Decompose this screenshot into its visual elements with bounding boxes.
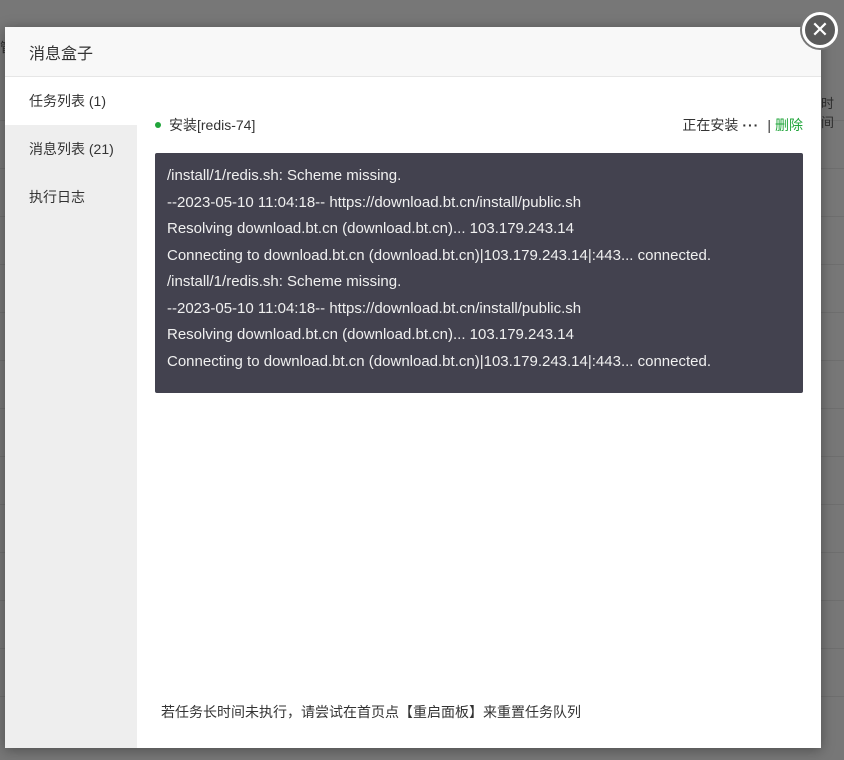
sidebar-item-messages[interactable]: 消息列表 (21) [5,125,137,173]
sidebar-item-execution-log[interactable]: 执行日志 [5,173,137,221]
restart-tip: 若任务长时间未执行，请尝试在首页点【重启面板】来重置任务队列 [161,704,581,720]
log-line: Resolving download.bt.cn (download.bt.cn… [167,220,574,237]
log-line: Connecting to download.bt.cn (download.b… [167,246,712,264]
task-status-group: 正在安装 ··· | 删除 [682,115,803,135]
modal-title: 消息盒子 [29,45,94,63]
log-line: Resolving download.bt.cn (download.bt.cn… [167,326,574,343]
task-row: 安装[redis-74] 正在安装 ··· | 删除 [155,115,803,135]
modal-header: 消息盒子 [5,27,821,77]
sidebar-item-label: 消息列表 (21) [29,141,114,157]
task-status: 正在安装 [682,117,739,133]
sidebar-item-tasks[interactable]: 任务列表 (1) [5,77,137,125]
log-line: /install/1/redis.sh: Scheme missing. [167,167,402,184]
install-log-output: /install/1/redis.sh: Scheme missing. --2… [155,153,803,393]
status-dot-icon [155,122,161,128]
sidebar-item-label: 执行日志 [29,189,85,205]
loading-dots-icon: ··· [742,117,760,133]
delete-task-link[interactable]: 删除 [775,115,803,135]
separator: | [767,117,771,133]
log-line: /install/1/redis.sh: Scheme missing. [167,273,402,290]
task-list-panel: 安装[redis-74] 正在安装 ··· | 删除 /install/1/re… [137,77,821,748]
sidebar-item-label: 任务列表 (1) [29,93,106,109]
log-line: Connecting to download.bt.cn (download.b… [167,352,712,370]
sidebar: 任务列表 (1) 消息列表 (21) 执行日志 [5,77,137,748]
log-line: --2023-05-10 11:04:18-- https://download… [167,193,582,211]
close-icon[interactable]: ✕ [802,12,838,48]
task-name: 安装[redis-74] [169,117,256,133]
log-line: --2023-05-10 11:04:18-- https://download… [167,299,582,317]
